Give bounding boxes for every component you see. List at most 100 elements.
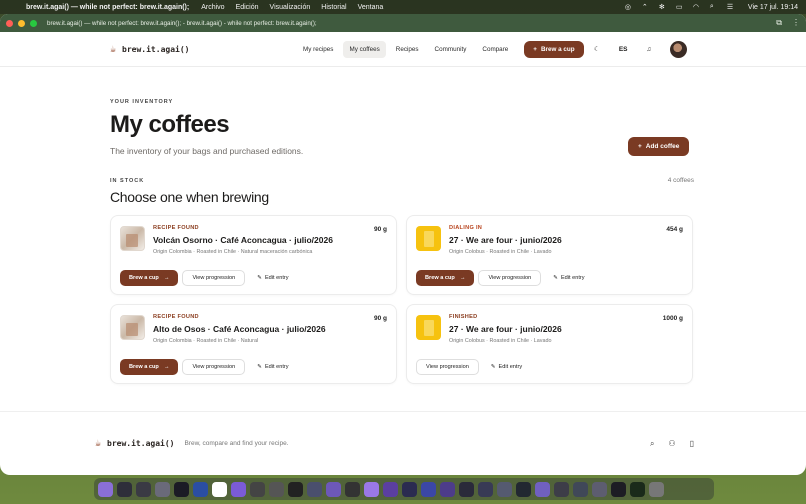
coffee-card[interactable]: FINISHED 27 · We are four · junio/2026 O… bbox=[406, 304, 693, 384]
menu-app-name[interactable]: brew.it.agai() — while not perfect: brew… bbox=[26, 4, 189, 11]
coffee-actions: Brew a cup → View progression ✎ Edit entry bbox=[120, 270, 297, 286]
edit-label: Edit entry bbox=[264, 275, 289, 281]
nav-compare[interactable]: Compare bbox=[476, 41, 514, 58]
brew-a-cup-button[interactable]: Brew a cup → bbox=[120, 359, 179, 375]
add-coffee-button[interactable]: + Add coffee bbox=[628, 137, 690, 156]
dock-app-icon[interactable] bbox=[592, 481, 607, 497]
plus-icon: + bbox=[533, 45, 537, 53]
coffee-bag-image bbox=[416, 226, 441, 251]
dock-app-icon[interactable] bbox=[535, 481, 550, 497]
dock-app-icon[interactable] bbox=[117, 481, 132, 497]
users-icon[interactable]: ⚇ bbox=[668, 439, 675, 449]
page-subtitle: The inventory of your bags and purchased… bbox=[110, 146, 304, 156]
menu-ventana[interactable]: Ventana bbox=[358, 4, 384, 11]
app-logo[interactable]: ☕ brew.it.agai() bbox=[110, 44, 189, 55]
book-icon[interactable]: ▯ bbox=[690, 439, 694, 449]
menu-historial[interactable]: Historial bbox=[321, 4, 346, 11]
nav-my-recipes[interactable]: My recipes bbox=[297, 41, 339, 58]
notifications-bell-icon[interactable]: ♫ bbox=[647, 46, 652, 53]
view-progression-button[interactable]: View progression bbox=[478, 270, 542, 286]
dock-trash-icon[interactable] bbox=[649, 481, 664, 497]
minimize-window-button[interactable] bbox=[18, 19, 25, 27]
edit-label: Edit entry bbox=[498, 364, 523, 370]
theme-toggle-icon[interactable]: ☾ bbox=[594, 45, 600, 53]
edit-entry-button[interactable]: ✎ Edit entry bbox=[249, 360, 296, 374]
coffee-card[interactable]: RECIPE FOUND Alto de Osos · Café Aconcag… bbox=[110, 304, 397, 384]
close-window-button[interactable] bbox=[6, 19, 13, 27]
maximize-window-button[interactable] bbox=[30, 19, 37, 27]
status-gear-icon[interactable]: ✻ bbox=[659, 3, 667, 11]
nav-recipes[interactable]: Recipes bbox=[390, 41, 425, 58]
footer-logo[interactable]: ☕ brew.it.agai() bbox=[95, 438, 174, 449]
dock-app-icon[interactable] bbox=[212, 481, 227, 497]
macos-dock bbox=[94, 478, 714, 500]
brew-a-cup-button[interactable]: Brew a cup → bbox=[416, 270, 475, 286]
status-arrow-icon[interactable]: ⌃ bbox=[642, 3, 650, 11]
dock-app-icon[interactable] bbox=[440, 481, 455, 497]
wifi-icon[interactable]: ◠ bbox=[693, 3, 701, 11]
dock-app-icon[interactable] bbox=[174, 481, 189, 497]
coffee-bag-image bbox=[120, 315, 145, 340]
edit-entry-button[interactable]: ✎ Edit entry bbox=[545, 271, 592, 285]
pencil-icon: ✎ bbox=[490, 364, 496, 370]
dock-app-icon[interactable] bbox=[269, 481, 284, 497]
dock-app-icon[interactable] bbox=[250, 481, 265, 497]
nav-community[interactable]: Community bbox=[429, 41, 473, 58]
dock-app-icon[interactable] bbox=[421, 481, 436, 497]
dock-app-icon[interactable] bbox=[402, 481, 417, 497]
dock-app-icon[interactable] bbox=[345, 481, 360, 497]
more-menu-icon[interactable]: ⋮ bbox=[792, 18, 800, 28]
coffee-count: 4 coffees bbox=[667, 177, 694, 184]
menu-visualizacion[interactable]: Visualización bbox=[270, 4, 311, 11]
search-icon[interactable]: ⌕ bbox=[650, 439, 654, 449]
dock-app-icon[interactable] bbox=[573, 481, 588, 497]
extensions-icon[interactable]: ⧉ bbox=[776, 18, 782, 28]
user-avatar[interactable] bbox=[670, 40, 688, 58]
main-content: YOUR INVENTORY My coffees The inventory … bbox=[0, 67, 806, 384]
dock-app-icon[interactable] bbox=[383, 481, 398, 497]
dock-app-icon[interactable] bbox=[611, 481, 626, 497]
brew-a-cup-button[interactable]: + Brew a cup bbox=[524, 40, 584, 58]
language-switch[interactable]: ES bbox=[619, 46, 628, 53]
menu-edicion[interactable]: Edición bbox=[236, 4, 259, 11]
dock-app-icon[interactable] bbox=[98, 481, 113, 497]
window-titlebar: brew.it.agai() — while not perfect: brew… bbox=[0, 14, 806, 32]
coffee-weight: 454 g bbox=[666, 226, 683, 233]
status-circle-icon[interactable]: ◎ bbox=[625, 3, 633, 11]
coffee-name: 27 · We are four · junio/2026 bbox=[449, 324, 562, 334]
control-center-icon[interactable]: ☰ bbox=[727, 3, 735, 11]
dock-app-icon[interactable] bbox=[554, 481, 569, 497]
dock-app-icon[interactable] bbox=[516, 481, 531, 497]
dock-app-icon[interactable] bbox=[630, 481, 645, 497]
view-progression-button[interactable]: View progression bbox=[182, 270, 246, 286]
dock-app-icon[interactable] bbox=[155, 481, 170, 497]
view-progression-button[interactable]: View progression bbox=[416, 359, 479, 375]
view-progression-button[interactable]: View progression bbox=[182, 359, 246, 375]
dock-app-icon[interactable] bbox=[478, 481, 493, 497]
nav-my-coffees[interactable]: My coffees bbox=[343, 40, 386, 58]
coffee-grid: RECIPE FOUND Volcán Osorno · Café Aconca… bbox=[110, 215, 694, 384]
dock-app-icon[interactable] bbox=[307, 481, 322, 497]
dock-app-icon[interactable] bbox=[231, 481, 246, 497]
coffee-actions: View progression ✎ Edit entry bbox=[416, 359, 530, 375]
brew-a-cup-button[interactable]: Brew a cup → bbox=[120, 270, 179, 286]
menu-clock[interactable]: Vie 17 jul. 19:14 bbox=[748, 4, 798, 11]
edit-entry-button[interactable]: ✎ Edit entry bbox=[483, 360, 530, 374]
coffee-card[interactable]: DIALING IN 27 · We are four · junio/2026… bbox=[406, 215, 693, 295]
dock-app-icon[interactable] bbox=[497, 481, 512, 497]
menu-archivo[interactable]: Archivo bbox=[201, 4, 224, 11]
dock-app-icon[interactable] bbox=[193, 481, 208, 497]
edit-entry-button[interactable]: ✎ Edit entry bbox=[249, 271, 296, 285]
dock-app-icon[interactable] bbox=[288, 481, 303, 497]
coffee-card[interactable]: RECIPE FOUND Volcán Osorno · Café Aconca… bbox=[110, 215, 397, 295]
dock-app-icon[interactable] bbox=[459, 481, 474, 497]
brew-label: Brew a cup bbox=[425, 275, 455, 281]
dock-app-icon[interactable] bbox=[136, 481, 151, 497]
battery-icon[interactable]: ▭ bbox=[676, 3, 684, 11]
status-area: ◎ ⌃ ✻ ▭ ◠ ⌕ ☰ Vie 17 jul. 19:14 bbox=[625, 3, 798, 11]
dock-app-icon[interactable] bbox=[364, 481, 379, 497]
search-icon[interactable]: ⌕ bbox=[710, 3, 718, 11]
coffee-weight: 90 g bbox=[373, 315, 387, 322]
coffee-cup-icon: ☕ bbox=[110, 43, 117, 55]
dock-app-icon[interactable] bbox=[326, 481, 341, 497]
